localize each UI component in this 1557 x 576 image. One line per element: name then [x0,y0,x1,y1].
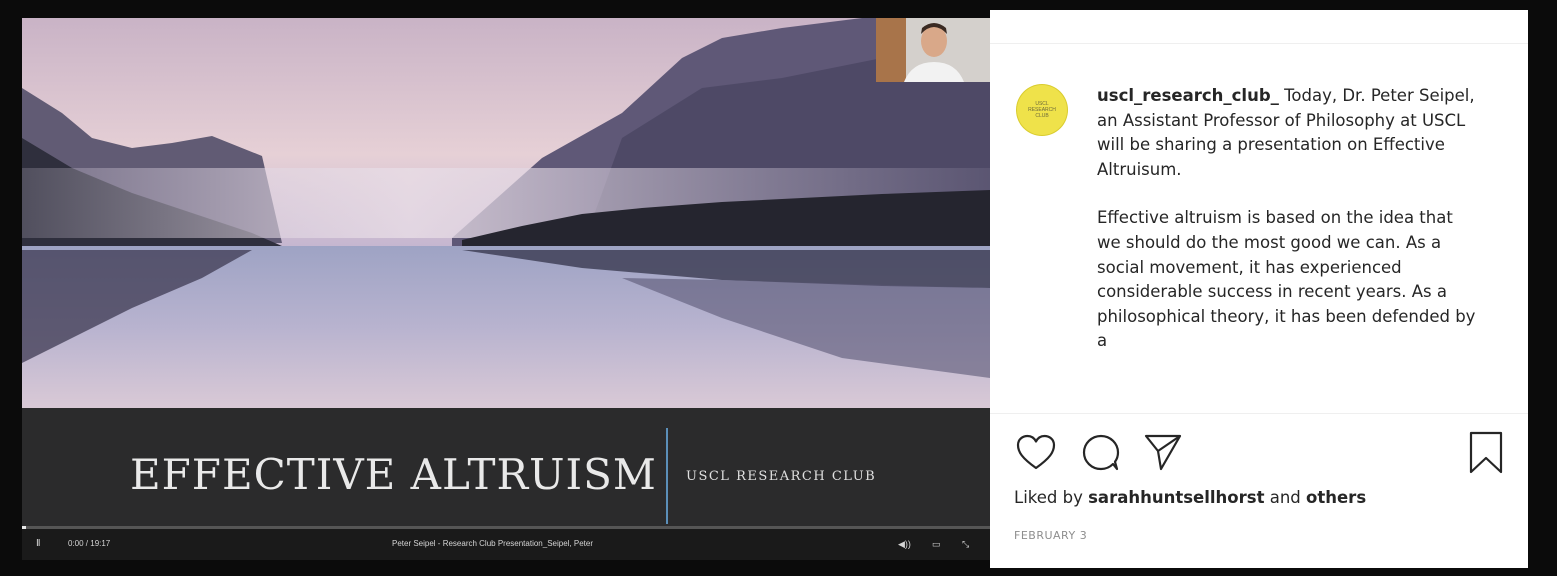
liked-user-link[interactable]: sarahhuntsellhorst [1088,488,1264,507]
caption-scroll-area[interactable]: USCL RESEARCH CLUB uscl_research_club_ T… [990,10,1528,413]
username-link[interactable]: uscl_research_club_ [1097,86,1279,105]
likes-summary: Liked by sarahhuntsellhorst and others [1014,488,1366,507]
video-title: Peter Seipel - Research Club Presentatio… [392,539,593,548]
caption-paragraph-2: Effective altruism is based on the idea … [1097,208,1476,351]
video-player[interactable]: EFFECTIVE ALTRUISM USCL RESEARCH CLUB II… [22,18,990,560]
bookmark-icon[interactable] [1468,431,1504,475]
webcam-overlay [876,18,990,82]
presenter-webcam-image [876,18,990,82]
slide-subtitle: USCL RESEARCH CLUB [686,469,877,484]
video-time: 0:00 / 19:17 [68,539,111,548]
liked-others-link[interactable]: others [1306,488,1366,507]
comment-icon[interactable] [1081,434,1121,472]
avatar[interactable]: USCL RESEARCH CLUB [1017,85,1067,135]
video-controls: II 0:00 / 19:17 Peter Seipel - Research … [22,529,990,560]
pause-icon[interactable]: II [36,538,40,549]
instagram-post-panel: USCL RESEARCH CLUB uscl_research_club_ T… [990,10,1528,568]
avatar-text: CLUB [1035,113,1049,119]
fullscreen-icon[interactable]: ⤡ [962,539,969,550]
liked-and-label: and [1269,488,1301,507]
share-icon[interactable] [1143,432,1183,472]
caption-paragraph-1: uscl_research_club_ Today, Dr. Peter Sei… [1097,84,1477,182]
slide-divider [666,428,668,524]
actions-divider [990,413,1528,414]
liked-by-label: Liked by [1014,488,1083,507]
post-date[interactable]: FEBRUARY 3 [1014,529,1087,542]
heart-icon[interactable] [1016,434,1056,472]
post-caption: uscl_research_club_ Today, Dr. Peter Sei… [1097,84,1477,354]
captions-icon[interactable]: ▭ [932,539,941,550]
slide-title: EFFECTIVE ALTRUISM [130,450,657,499]
slide-landscape-image [22,18,990,408]
volume-icon[interactable]: ◀)) [898,539,911,550]
